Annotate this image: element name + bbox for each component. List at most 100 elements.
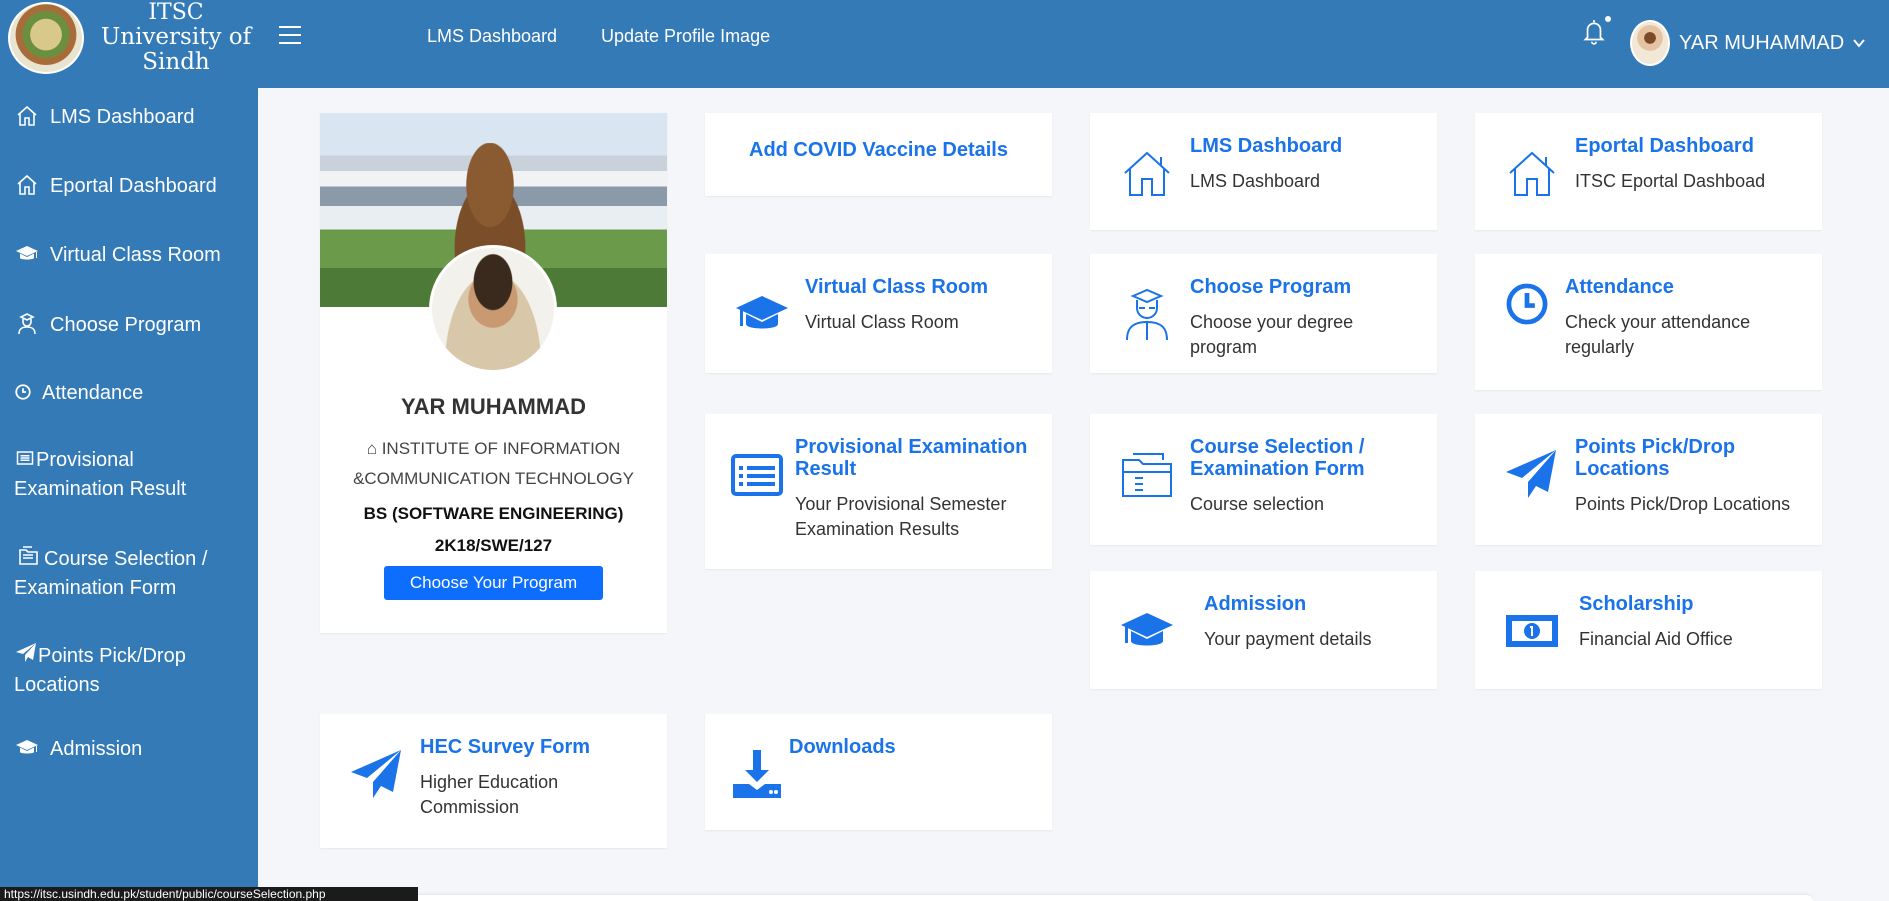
tile-title: Points Pick/Drop Locations xyxy=(1575,436,1736,480)
sidebar-item-label: Points Pick/Drop Locations xyxy=(14,640,244,700)
graduation-cap-icon xyxy=(729,276,795,342)
tile-title: LMS Dashboard xyxy=(1190,135,1343,157)
profile-avatar xyxy=(429,245,557,373)
tile-lms-dashboard[interactable]: LMS Dashboard LMS Dashboard xyxy=(1090,113,1437,230)
notification-dot xyxy=(1605,16,1611,22)
university-logo xyxy=(8,2,84,74)
profile-card: YAR MUHAMMAD ⌂ INSTITUTE OF INFORMATION … xyxy=(320,113,667,633)
graduation-cap-icon xyxy=(14,735,40,761)
page-bottom-edge xyxy=(296,895,1813,901)
sidebar-item-label: Provisional Examination Result xyxy=(14,449,187,500)
tile-title: Eportal Dashboard xyxy=(1575,135,1754,157)
tile-title: Scholarship xyxy=(1579,593,1694,615)
menu-toggle-icon[interactable] xyxy=(279,26,301,44)
tile-description: Course selection xyxy=(1190,494,1325,514)
top-link-update-profile-image[interactable]: Update Profile Image xyxy=(601,26,770,47)
brand[interactable]: ITSC University of Sindh xyxy=(0,0,258,76)
home-icon xyxy=(1499,135,1565,201)
tile-description: Higher Education Commission xyxy=(420,772,559,817)
tile-admission[interactable]: Admission Your payment details xyxy=(1090,571,1437,689)
tile-course-selection[interactable]: Course Selection / Examination Form Cours… xyxy=(1090,414,1437,545)
tile-title: Virtual Class Room xyxy=(805,276,989,298)
tile-title: Course Selection / Examination Form xyxy=(1190,436,1365,480)
sidebar-item-eportal-dashboard[interactable]: Eportal Dashboard xyxy=(14,172,217,201)
paper-plane-icon xyxy=(1499,436,1565,502)
tile-description: Check your attendance regularly xyxy=(1565,312,1751,357)
home-icon xyxy=(1114,135,1180,201)
tile-title: HEC Survey Form xyxy=(420,736,591,758)
sidebar-item-attendance[interactable]: Attendance xyxy=(14,379,143,408)
clock-icon xyxy=(1499,276,1555,326)
profile-name: YAR MUHAMMAD xyxy=(401,394,586,419)
user-graduate-icon xyxy=(14,311,40,337)
paper-plane-icon xyxy=(344,736,410,802)
profile-roll-number: 2K18/SWE/127 xyxy=(434,536,553,555)
tile-description: Choose your degree program xyxy=(1190,312,1354,357)
tile-title: Provisional Examination Result xyxy=(795,436,1028,480)
sidebar-item-lms-dashboard[interactable]: LMS Dashboard xyxy=(14,103,195,132)
sidebar-item-label: Virtual Class Room xyxy=(50,244,221,266)
tile-attendance[interactable]: Attendance Check your attendance regularl… xyxy=(1475,254,1822,390)
list-alt-icon xyxy=(729,436,785,502)
top-navbar: LMS Dashboard Update Profile Image YAR M… xyxy=(258,0,1889,88)
sidebar-item-label: Choose Program xyxy=(50,314,202,336)
user-name: YAR MUHAMMAD xyxy=(1679,31,1845,54)
sidebar-item-virtual-class-room[interactable]: Virtual Class Room xyxy=(14,241,221,270)
sidebar-item-label: Admission xyxy=(50,738,143,760)
tile-title: Add COVID Vaccine Details xyxy=(749,139,1008,161)
sidebar: ITSC University of Sindh LMS Dashboard E… xyxy=(0,0,258,901)
home-icon: ⌂ xyxy=(366,439,382,458)
graduation-cap-icon xyxy=(1114,593,1180,659)
tile-description: Financial Aid Office xyxy=(1579,629,1733,649)
sidebar-item-admission[interactable]: Admission xyxy=(14,735,142,764)
tile-title: Choose Program xyxy=(1190,276,1352,298)
notifications-bell-icon[interactable] xyxy=(1581,16,1611,50)
brand-text: ITSC University of Sindh xyxy=(94,0,258,76)
sidebar-item-choose-program[interactable]: Choose Program xyxy=(14,311,201,340)
list-alt-icon xyxy=(14,449,36,467)
tile-virtual-class-room[interactable]: Virtual Class Room Virtual Class Room xyxy=(705,254,1052,373)
tile-eportal-dashboard[interactable]: Eportal Dashboard ITSC Eportal Dashboad xyxy=(1475,113,1822,230)
sidebar-item-label: Attendance xyxy=(42,382,144,404)
tile-scholarship[interactable]: Scholarship Financial Aid Office xyxy=(1475,571,1822,689)
graduation-cap-icon xyxy=(14,241,40,267)
folder-open-icon xyxy=(1114,436,1180,502)
sidebar-item-label: Course Selection / Examination Form xyxy=(14,543,244,603)
tile-points-pick-drop[interactable]: Points Pick/Drop Locations Points Pick/Dr… xyxy=(1475,414,1822,545)
choose-your-program-button[interactable]: Choose Your Program xyxy=(383,566,604,600)
tile-description: LMS Dashboard xyxy=(1190,171,1321,191)
brand-line-2: University of Sindh xyxy=(100,23,252,76)
clock-icon xyxy=(14,379,32,405)
sidebar-item-label: LMS Dashboard xyxy=(50,106,195,128)
tile-title: Downloads xyxy=(789,736,896,758)
sidebar-item-label: Eportal Dashboard xyxy=(50,175,217,197)
folder-open-icon xyxy=(14,543,44,569)
tile-description: Your payment details xyxy=(1204,629,1372,649)
user-avatar xyxy=(1630,20,1670,66)
top-link-lms-dashboard[interactable]: LMS Dashboard xyxy=(427,26,557,47)
brand-line-1: ITSC xyxy=(148,0,204,25)
tile-title: Admission xyxy=(1204,593,1307,615)
sidebar-item-provisional-result[interactable]: Provisional Examination Result xyxy=(14,446,244,504)
tile-downloads[interactable]: Downloads xyxy=(705,714,1052,830)
download-icon xyxy=(729,736,785,802)
tile-description: Your Provisional Semester Examination Re… xyxy=(795,494,1007,539)
profile-institute: ⌂ INSTITUTE OF INFORMATION &COMMUNICATIO… xyxy=(353,439,634,488)
sidebar-item-points[interactable]: Points Pick/Drop Locations xyxy=(14,640,244,700)
tile-covid-vaccine[interactable]: Add COVID Vaccine Details xyxy=(705,113,1052,196)
home-icon xyxy=(14,172,40,198)
user-menu[interactable]: YAR MUHAMMAD xyxy=(1630,20,1866,66)
chevron-down-icon xyxy=(1852,36,1866,50)
browser-status-url: https://itsc.usindh.edu.pk/student/publi… xyxy=(0,887,418,901)
tile-hec-survey[interactable]: HEC Survey Form Higher Education Commissi… xyxy=(320,714,667,848)
money-bill-icon xyxy=(1499,593,1565,659)
sidebar-item-course-selection[interactable]: Course Selection / Examination Form xyxy=(14,543,244,603)
home-icon xyxy=(14,103,40,129)
tile-choose-program[interactable]: Choose Program Choose your degree program xyxy=(1090,254,1437,373)
tile-provisional-result[interactable]: Provisional Examination Result Your Provi… xyxy=(705,414,1052,569)
tile-description: Virtual Class Room xyxy=(805,312,959,332)
tile-title: Attendance xyxy=(1565,276,1674,298)
paper-plane-icon xyxy=(14,640,38,666)
tile-description: Points Pick/Drop Locations xyxy=(1575,494,1791,514)
tile-description: ITSC Eportal Dashboad xyxy=(1575,171,1766,191)
